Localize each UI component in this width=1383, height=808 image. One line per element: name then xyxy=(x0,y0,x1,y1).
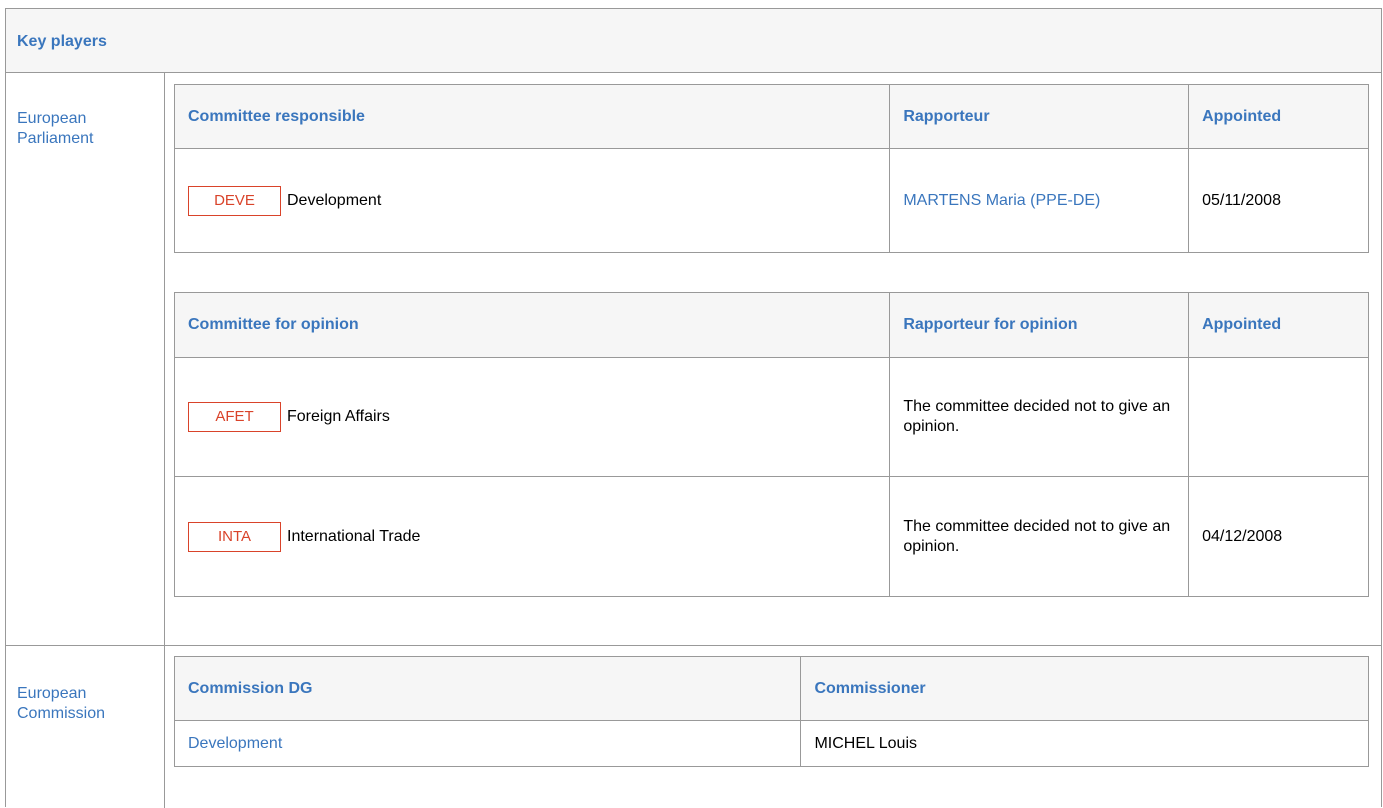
section-title: Key players xyxy=(17,33,107,50)
commissioner-name: MICHEL Louis xyxy=(800,720,1369,767)
committee-cell: AFET Foreign Affairs xyxy=(173,357,891,477)
table-row: Development MICHEL Louis xyxy=(173,720,1369,767)
committee-name: Foreign Affairs xyxy=(287,408,390,425)
key-players-panel: Key players European Parliament Committe… xyxy=(5,8,1382,808)
committee-opinion-table: Committee for opinion Rapporteur for opi… xyxy=(173,292,1369,597)
col-header-dg: Commission DG xyxy=(173,656,802,721)
table-row: DEVE Development MARTENS Maria (PPE-DE) 0… xyxy=(173,148,1369,253)
committee-code-badge[interactable]: AFET xyxy=(188,402,281,432)
rapporteur-cell: MARTENS Maria (PPE-DE) xyxy=(889,148,1190,253)
committee-responsible-table: Committee responsible Rapporteur Appoint… xyxy=(173,84,1369,253)
rapporteur-cell: The committee decided not to give an opi… xyxy=(889,476,1190,597)
dg-link[interactable]: Development xyxy=(188,735,282,752)
col-header-committee: Committee responsible xyxy=(173,84,891,149)
entity-label-commission: European Commission xyxy=(17,685,106,722)
committee-cell: INTA International Trade xyxy=(173,476,891,597)
committee-name: International Trade xyxy=(287,527,421,545)
col-header-rapporteur: Rapporteur for opinion xyxy=(889,292,1190,358)
commission-table: Commission DG Commissioner Development M… xyxy=(173,656,1369,767)
col-header-commissioner: Commissioner xyxy=(800,656,1369,721)
table-row: AFET Foreign Affairs The committee decide… xyxy=(173,357,1369,477)
entity-label-parliament: European Parliament xyxy=(17,110,94,147)
committee-code-badge[interactable]: INTA xyxy=(188,521,281,552)
appointed-date xyxy=(1188,357,1369,477)
appointed-date: 05/11/2008 xyxy=(1188,148,1369,253)
committee-name: Development xyxy=(287,191,382,209)
col-header-appointed: Appointed xyxy=(1188,84,1369,149)
rapporteur-cell: The committee decided not to give an opi… xyxy=(889,357,1190,477)
table-header-row: Commission DG Commissioner xyxy=(173,656,1369,721)
table-header-row: Committee responsible Rapporteur Appoint… xyxy=(173,84,1369,149)
dg-cell: Development xyxy=(173,720,802,767)
table-header-row: Committee for opinion Rapporteur for opi… xyxy=(173,292,1369,358)
committee-cell: DEVE Development xyxy=(173,148,891,253)
col-header-committee: Committee for opinion xyxy=(173,292,891,358)
col-header-rapporteur: Rapporteur xyxy=(889,84,1190,149)
col-header-appointed: Appointed xyxy=(1188,292,1369,358)
column-divider xyxy=(164,73,165,808)
row-divider xyxy=(6,645,1381,646)
key-players-header: Key players xyxy=(6,9,1381,73)
table-row: INTA International Trade The committee de… xyxy=(173,476,1369,597)
appointed-date: 04/12/2008 xyxy=(1188,476,1369,597)
rapporteur-link[interactable]: MARTENS Maria (PPE-DE) xyxy=(903,192,1100,209)
committee-code-badge[interactable]: DEVE xyxy=(188,185,281,216)
